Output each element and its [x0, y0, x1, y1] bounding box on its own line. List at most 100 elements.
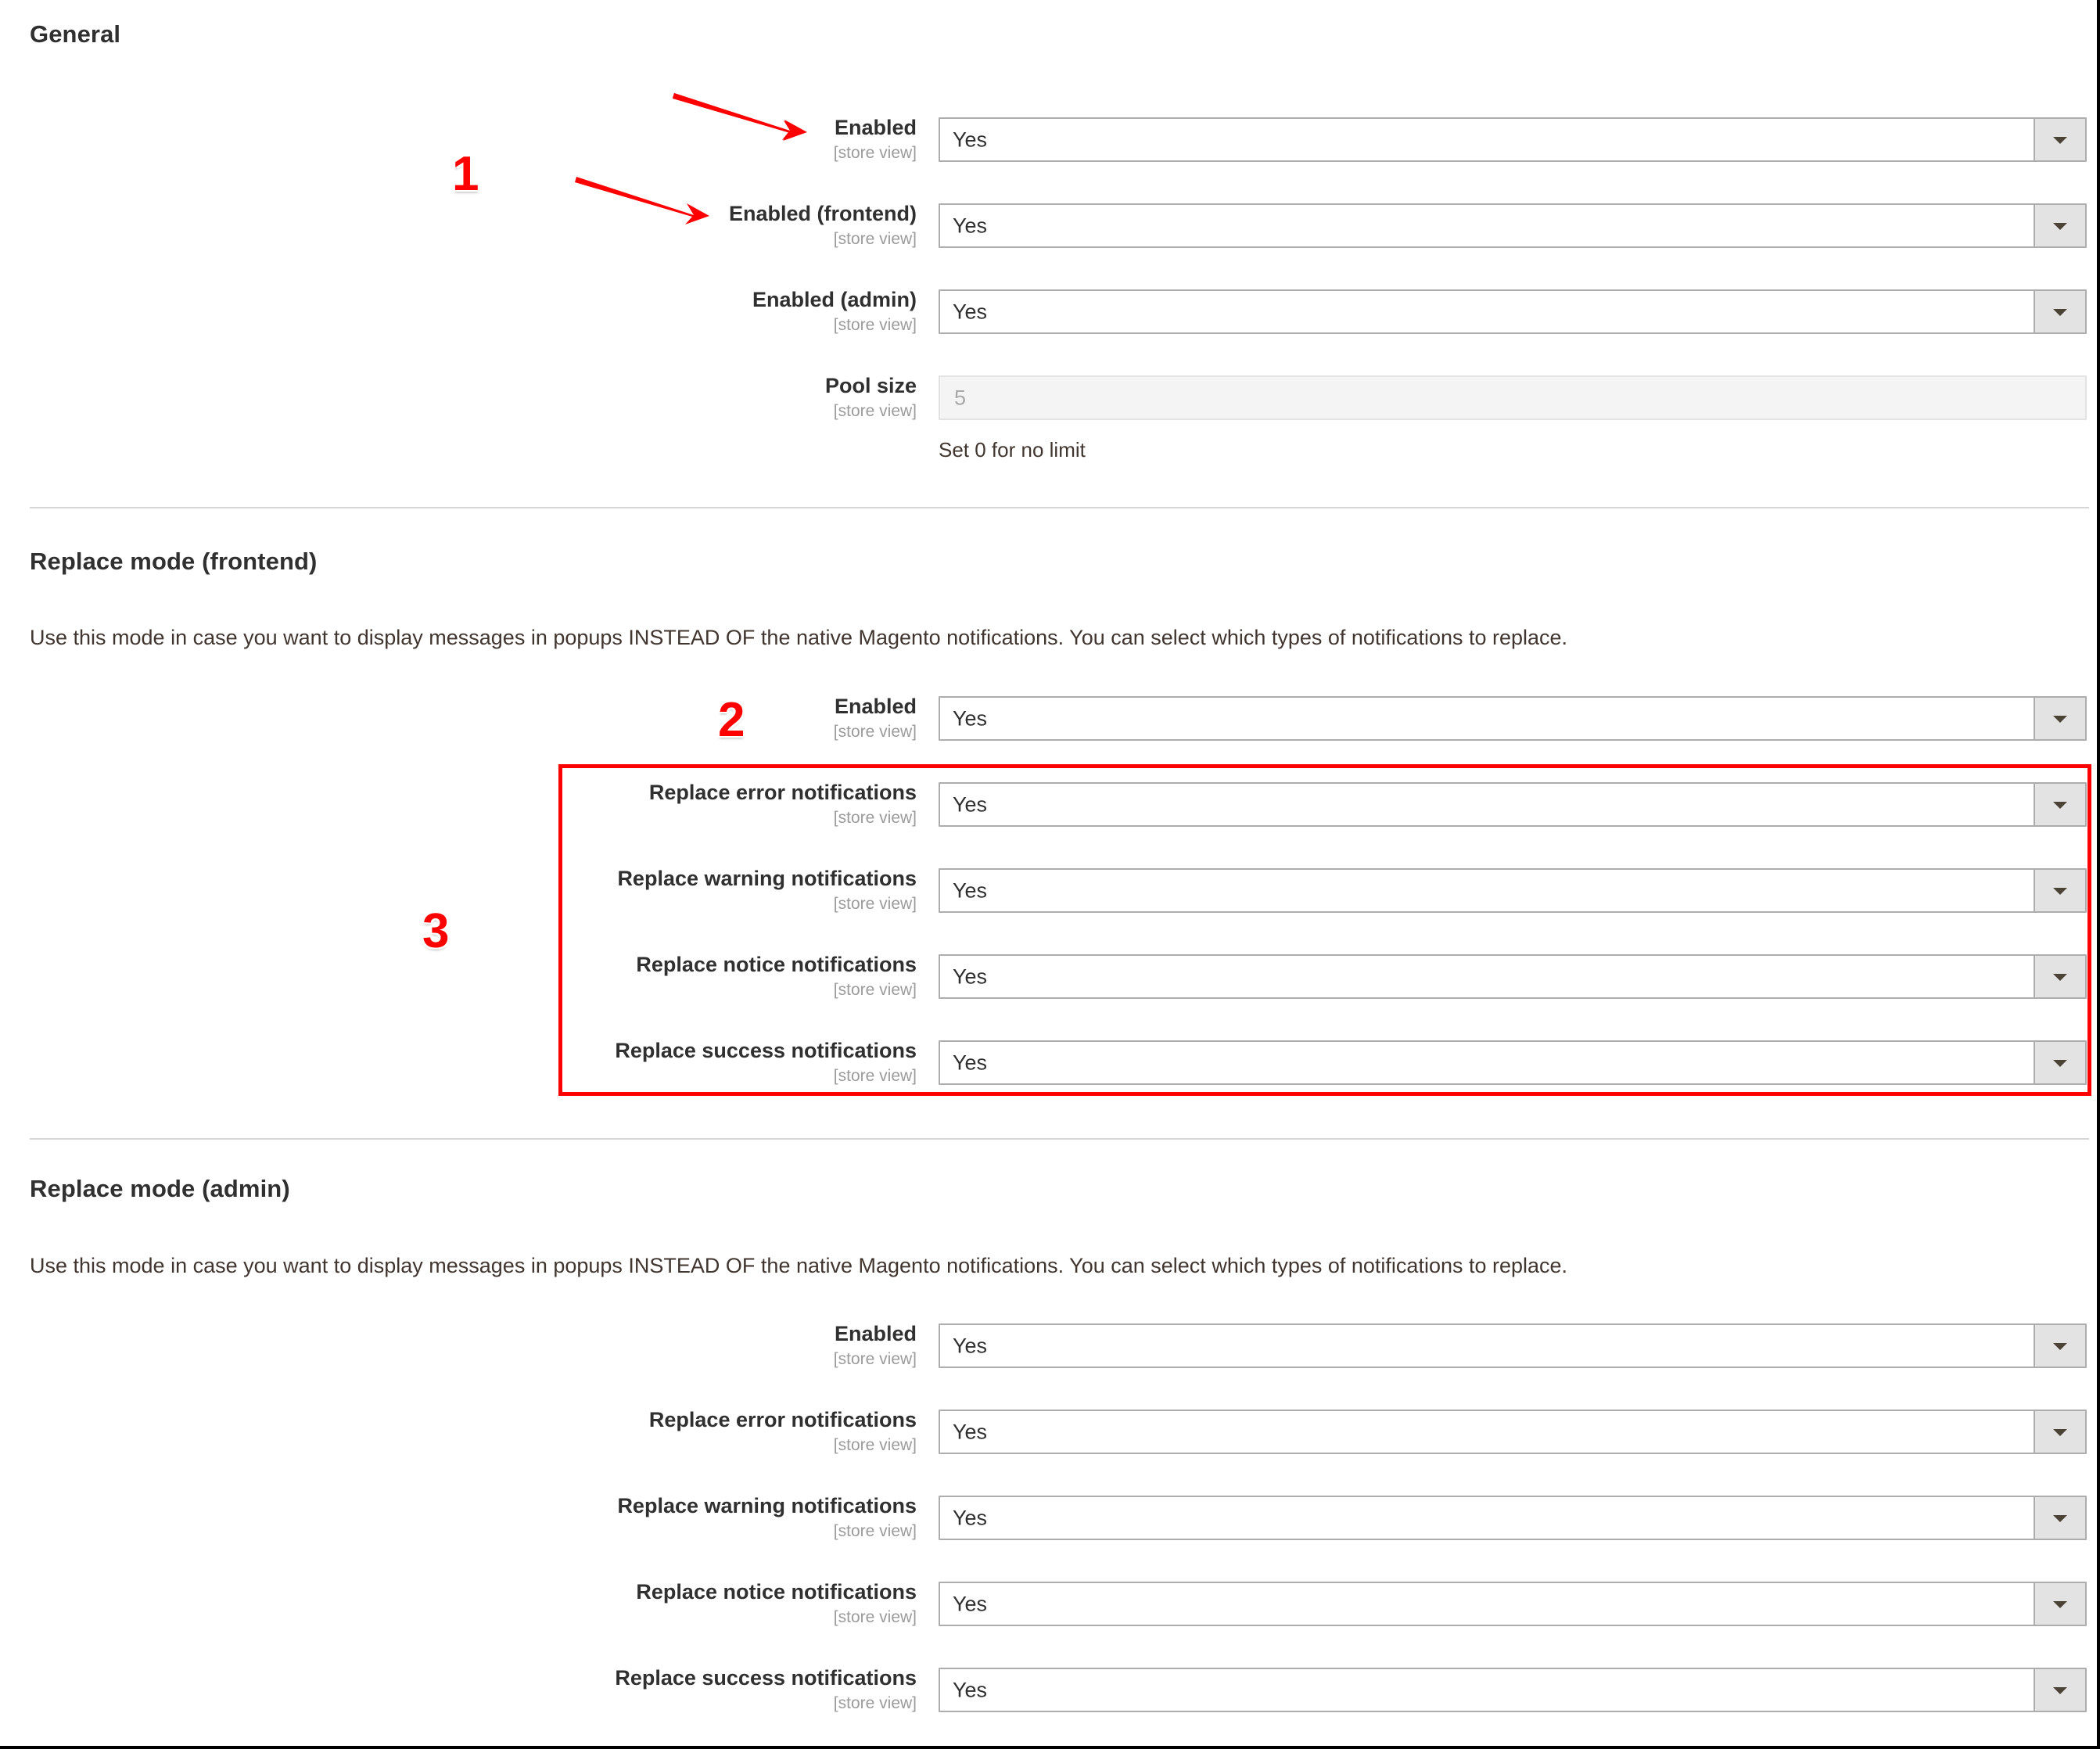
- select-admin-replace-notice[interactable]: Yes: [939, 1582, 2087, 1626]
- field-row-admin-replace-warning: Replace warning notifications [store vie…: [0, 1496, 2087, 1542]
- field-scope: [store view]: [833, 895, 917, 913]
- select-frontend-replace-error[interactable]: Yes: [939, 782, 2087, 827]
- field-control: Yes: [939, 1323, 2087, 1368]
- chevron-down-icon[interactable]: [2034, 119, 2085, 160]
- field-label-wrap: Replace warning notifications [store vie…: [0, 1496, 917, 1542]
- field-label: Enabled: [834, 695, 917, 718]
- select-value: Yes: [953, 964, 988, 988]
- field-row-frontend-replace-warning: Replace warning notifications [store vie…: [0, 867, 2087, 915]
- select-general-enabled-admin[interactable]: Yes: [939, 289, 2087, 334]
- field-label: Enabled (admin): [752, 288, 917, 311]
- field-row-general-enabled-admin: Enabled (admin) [store view] Yes: [0, 289, 2087, 336]
- field-scope: [store view]: [833, 723, 917, 741]
- section-divider-2: [30, 1138, 2089, 1140]
- annotation-arrow-enabled: [673, 93, 807, 141]
- section-title-general: General: [30, 20, 121, 48]
- section-title-replace-mode-admin: Replace mode (admin): [30, 1175, 290, 1202]
- select-frontend-replace-warning[interactable]: Yes: [939, 868, 2087, 913]
- select-value: Yes: [953, 1050, 988, 1074]
- select-admin-replace-warning[interactable]: Yes: [939, 1496, 2087, 1540]
- select-value: Yes: [953, 1334, 988, 1357]
- field-control: Yes: [939, 782, 2087, 827]
- field-label-wrap: Replace success notifications [store vie…: [0, 1040, 917, 1086]
- pool-size-input[interactable]: 5: [939, 375, 2087, 420]
- field-label: Replace notice notifications: [636, 1580, 917, 1604]
- section-description-replace-mode-frontend: Use this mode in case you want to displa…: [30, 626, 1568, 649]
- chevron-down-icon[interactable]: [2034, 784, 2085, 825]
- field-label-wrap: Enabled (admin) [store view]: [0, 289, 917, 336]
- section-divider-1: [30, 507, 2089, 508]
- field-control: Yes: [939, 1668, 2087, 1712]
- select-value: Yes: [953, 300, 988, 323]
- select-value: Yes: [953, 1506, 988, 1529]
- section-description-replace-mode-admin: Use this mode in case you want to displa…: [30, 1254, 1568, 1277]
- input-value: 5: [954, 386, 967, 409]
- field-row-frontend-enabled: Enabled [store view] Yes: [0, 696, 2087, 743]
- field-label-wrap: Pool size [store view]: [0, 375, 917, 422]
- field-control: Yes: [939, 954, 2087, 999]
- select-admin-replace-error[interactable]: Yes: [939, 1410, 2087, 1454]
- field-row-general-enabled-frontend: Enabled (frontend) [store view] Yes: [0, 203, 2087, 250]
- annotation-marker-2: 2: [718, 693, 745, 747]
- field-label: Replace warning notifications: [617, 1494, 917, 1517]
- field-scope: [store view]: [833, 1067, 917, 1085]
- chevron-down-icon[interactable]: [2034, 1497, 2085, 1539]
- field-control: Yes: [939, 1410, 2087, 1454]
- field-control: 5: [939, 375, 2087, 420]
- field-label-wrap: Replace notice notifications [store view…: [0, 1582, 917, 1628]
- field-scope: [store view]: [833, 1694, 917, 1712]
- select-frontend-replace-notice[interactable]: Yes: [939, 954, 2087, 999]
- field-row-admin-replace-error: Replace error notifications [store view]…: [0, 1410, 2087, 1456]
- select-value: Yes: [953, 214, 988, 237]
- chevron-down-icon[interactable]: [2034, 956, 2085, 997]
- field-label: Replace error notifications: [648, 781, 917, 804]
- field-control: Yes: [939, 696, 2087, 741]
- select-admin-enabled[interactable]: Yes: [939, 1323, 2087, 1368]
- chevron-down-icon[interactable]: [2034, 1411, 2085, 1453]
- select-value: Yes: [953, 1678, 988, 1701]
- field-scope: [store view]: [833, 402, 917, 420]
- field-control: Yes: [939, 868, 2087, 913]
- chevron-down-icon[interactable]: [2034, 205, 2085, 246]
- chevron-down-icon[interactable]: [2034, 698, 2085, 739]
- field-label-wrap: Enabled (frontend) [store view]: [0, 203, 917, 250]
- chevron-down-icon[interactable]: [2034, 1583, 2085, 1625]
- field-scope: [store view]: [833, 981, 917, 999]
- field-scope: [store view]: [833, 230, 917, 248]
- chevron-down-icon[interactable]: [2034, 870, 2085, 911]
- field-control: Yes: [939, 1582, 2087, 1626]
- field-label: Enabled (frontend): [729, 202, 917, 225]
- field-row-admin-replace-notice: Replace notice notifications [store view…: [0, 1582, 2087, 1629]
- select-value: Yes: [953, 1420, 988, 1443]
- chevron-down-icon[interactable]: [2034, 1325, 2085, 1367]
- select-value: Yes: [953, 1592, 988, 1615]
- chevron-down-icon[interactable]: [2034, 291, 2085, 332]
- select-value: Yes: [953, 878, 988, 902]
- section-title-replace-mode-frontend: Replace mode (frontend): [30, 548, 318, 575]
- field-scope: [store view]: [833, 1522, 917, 1540]
- settings-page: General Enabled [store view] Yes Enabled…: [0, 0, 2100, 1749]
- field-label-wrap: Replace notice notifications [store view…: [0, 954, 917, 1000]
- chevron-down-icon[interactable]: [2034, 1042, 2085, 1083]
- select-frontend-replace-success[interactable]: Yes: [939, 1040, 2087, 1085]
- field-control: Yes: [939, 117, 2087, 162]
- annotation-marker-1: 1: [452, 147, 479, 201]
- select-general-enabled[interactable]: Yes: [939, 117, 2087, 162]
- field-row-frontend-replace-notice: Replace notice notifications [store view…: [0, 954, 2087, 1001]
- chevron-down-icon[interactable]: [2034, 1669, 2085, 1711]
- field-label-wrap: Replace success notifications [store vie…: [0, 1668, 917, 1714]
- select-general-enabled-frontend[interactable]: Yes: [939, 203, 2087, 248]
- select-value: Yes: [953, 127, 988, 151]
- select-frontend-enabled[interactable]: Yes: [939, 696, 2087, 741]
- select-admin-replace-success[interactable]: Yes: [939, 1668, 2087, 1712]
- field-label: Pool size: [824, 374, 917, 397]
- field-label: Replace success notifications: [615, 1666, 917, 1690]
- field-label: Replace notice notifications: [636, 953, 917, 976]
- annotation-marker-3: 3: [422, 904, 450, 958]
- field-scope: [store view]: [833, 1350, 917, 1368]
- field-label: Replace warning notifications: [617, 867, 917, 890]
- field-scope: [store view]: [833, 1608, 917, 1626]
- field-label-wrap: Enabled [store view]: [0, 696, 917, 742]
- field-row-frontend-replace-success: Replace success notifications [store vie…: [0, 1040, 2087, 1087]
- field-scope: [store view]: [833, 316, 917, 334]
